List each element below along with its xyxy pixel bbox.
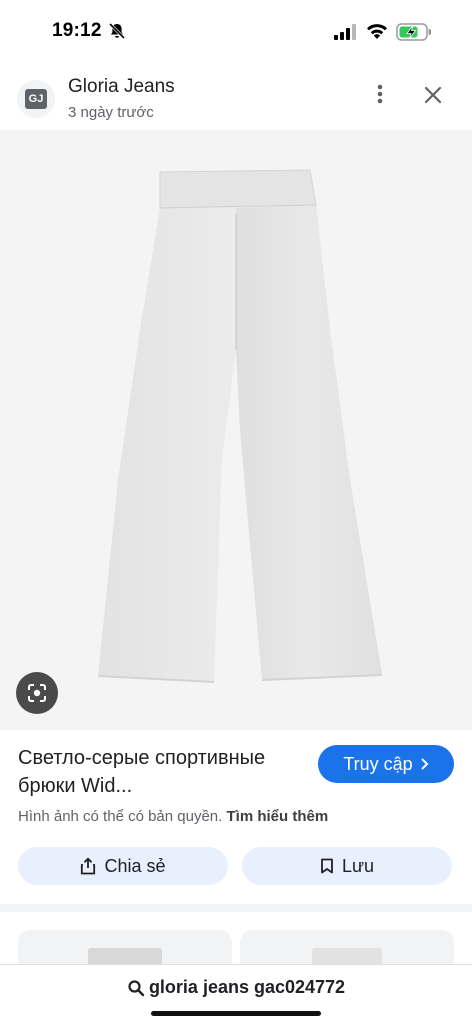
related-results	[0, 912, 472, 972]
source-logo: GJ	[25, 89, 47, 109]
visit-label: Truy cập	[343, 753, 413, 774]
copyright-text: Hình ảnh có thể có bản quyền.	[18, 808, 223, 825]
visit-button[interactable]: Truy cập	[318, 745, 454, 783]
battery-icon	[396, 23, 431, 41]
source-name[interactable]: Gloria Jeans	[68, 76, 175, 98]
lens-button[interactable]	[16, 672, 58, 714]
search-icon	[128, 979, 145, 996]
close-icon[interactable]	[418, 80, 448, 110]
signal-icon	[334, 24, 356, 40]
learn-more-link[interactable]: Tìm hiểu thêm	[227, 808, 329, 825]
image-viewer[interactable]	[0, 130, 472, 730]
save-button[interactable]: Lưu	[242, 847, 452, 885]
lens-icon	[28, 684, 46, 702]
save-label: Lưu	[341, 855, 375, 876]
share-icon	[81, 857, 96, 875]
share-label: Chia sẻ	[104, 855, 166, 876]
status-time: 19:12	[52, 20, 102, 41]
share-button[interactable]: Chia sẻ	[18, 847, 228, 885]
copyright-notice: Hình ảnh có thể có bản quyền. Tìm hiểu t…	[18, 808, 328, 825]
home-indicator[interactable]	[151, 1011, 321, 1016]
bookmark-icon	[321, 858, 333, 874]
posted-time: 3 ngày trước	[68, 104, 154, 121]
bottom-search-bar[interactable]: gloria jeans gac024772	[0, 964, 472, 1024]
source-avatar[interactable]: GJ	[17, 80, 55, 118]
product-title[interactable]: Светло-серые спортивные брюки Wid...	[18, 744, 308, 800]
more-options-icon[interactable]	[366, 80, 394, 108]
section-divider	[0, 904, 472, 912]
bell-off-icon	[108, 22, 126, 40]
result-header: GJ Gloria Jeans 3 ngày trước	[0, 62, 472, 130]
product-image	[97, 169, 383, 683]
chevron-right-icon	[420, 758, 429, 770]
status-bar: 19:12	[0, 0, 472, 62]
wifi-icon	[367, 24, 387, 39]
search-query: gloria jeans gac024772	[148, 977, 346, 997]
